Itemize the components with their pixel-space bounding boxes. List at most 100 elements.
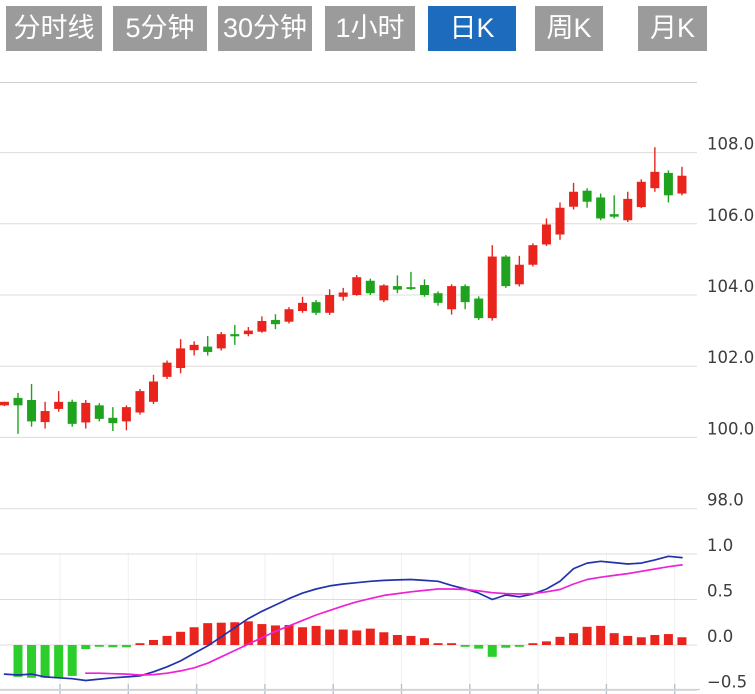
- macd-histogram-bar: [596, 626, 605, 645]
- macd-histogram-bar: [108, 645, 117, 647]
- tab-5min[interactable]: 5分钟: [113, 6, 207, 51]
- candle-body: [325, 295, 334, 313]
- candle-body: [108, 418, 117, 423]
- tab-1hour[interactable]: 1小时: [325, 6, 415, 51]
- price-axis-label: 104.0: [707, 277, 754, 296]
- macd-histogram-bar: [637, 637, 646, 645]
- macd-dea-line: [86, 565, 682, 675]
- macd-histogram-bar: [352, 630, 361, 645]
- candle-body: [650, 172, 659, 188]
- candle-body: [27, 400, 36, 421]
- macd-histogram-bar: [176, 632, 185, 645]
- macd-histogram-bar: [434, 643, 443, 645]
- candle-body: [488, 257, 497, 319]
- macd-histogram-bar: [393, 635, 402, 645]
- candle-body: [298, 303, 307, 311]
- candle-body: [474, 299, 483, 319]
- candle-body: [677, 176, 686, 194]
- macd-histogram-bar: [583, 627, 592, 645]
- macd-histogram-bar: [14, 645, 23, 677]
- macd-histogram-bar: [650, 635, 659, 645]
- macd-axis-label: −0.5: [707, 673, 747, 692]
- macd-histogram-bar: [569, 633, 578, 645]
- candle-body: [623, 199, 632, 220]
- macd-histogram-bar: [501, 645, 510, 648]
- candle-body: [434, 293, 443, 303]
- tab-monthly-k[interactable]: 月K: [638, 6, 707, 51]
- candle-body: [230, 334, 239, 336]
- macd-histogram-bar: [244, 621, 253, 645]
- candle-body: [461, 286, 470, 302]
- macd-histogram-bar: [474, 645, 483, 649]
- candle-body: [339, 293, 348, 297]
- candle-body: [312, 302, 321, 313]
- tab-daily-k[interactable]: 日K: [428, 6, 516, 51]
- macd-histogram-bar: [95, 645, 104, 647]
- macd-histogram-bar: [81, 645, 90, 649]
- candle-body: [244, 331, 253, 335]
- candle-body: [257, 321, 266, 332]
- price-axis-label: 102.0: [707, 348, 754, 367]
- candle-body: [271, 320, 280, 324]
- macd-histogram-bar: [312, 626, 321, 645]
- candle-body: [149, 382, 158, 402]
- candle-body: [95, 405, 104, 419]
- candle-body: [285, 309, 294, 321]
- macd-histogram-bar: [122, 645, 131, 647]
- macd-histogram-bar: [27, 645, 36, 678]
- macd-histogram-bar: [163, 636, 172, 645]
- macd-histogram-bar: [447, 643, 456, 645]
- macd-axis-label: 1.0: [707, 536, 733, 555]
- price-axis-label: 100.0: [707, 419, 754, 438]
- candle-body: [569, 192, 578, 207]
- candle-body: [393, 286, 402, 290]
- tab-30min[interactable]: 30分钟: [218, 6, 312, 51]
- kline-chart[interactable]: 108.0106.0104.0102.0100.098.01.00.50.0−0…: [0, 0, 755, 694]
- candle-body: [68, 402, 77, 424]
- candle-body: [203, 347, 212, 352]
- macd-histogram-bar: [366, 629, 375, 645]
- candle-body: [190, 345, 199, 350]
- candle-body: [664, 173, 673, 195]
- macd-histogram-bar: [190, 627, 199, 645]
- candle-body: [610, 214, 619, 216]
- candle-body: [528, 245, 537, 265]
- candle-body: [14, 398, 23, 405]
- candle-body: [583, 191, 592, 202]
- macd-histogram-bar: [257, 624, 266, 645]
- candle-body: [176, 348, 185, 368]
- macd-axis-label: 0.5: [707, 582, 733, 601]
- candle-body: [135, 391, 144, 412]
- macd-histogram-bar: [298, 627, 307, 645]
- candle-body: [406, 287, 415, 289]
- macd-histogram-bar: [41, 645, 50, 678]
- macd-histogram-bar: [339, 630, 348, 645]
- macd-histogram-bar: [68, 645, 77, 676]
- candle-body: [379, 285, 388, 300]
- price-axis-label: 108.0: [707, 135, 754, 154]
- candle-body: [447, 286, 456, 309]
- tab-weekly-k[interactable]: 周K: [535, 6, 603, 51]
- macd-histogram-bar: [203, 623, 212, 645]
- candle-body: [0, 402, 9, 406]
- candle-body: [596, 197, 605, 218]
- candle-body: [163, 363, 172, 377]
- interval-tabbar: 分时线 5分钟 30分钟 1小时 日K 周K 月K: [0, 0, 755, 58]
- candle-body: [366, 281, 375, 293]
- candle-body: [420, 285, 429, 295]
- candle-body: [122, 407, 131, 421]
- candle-body: [542, 225, 551, 245]
- macd-histogram-bar: [677, 637, 686, 645]
- candle-body: [81, 403, 90, 423]
- macd-histogram-bar: [54, 645, 63, 677]
- macd-histogram-bar: [325, 630, 334, 645]
- macd-histogram-bar: [556, 637, 565, 645]
- macd-histogram-bar: [420, 638, 429, 645]
- price-axis-label: 98.0: [707, 491, 744, 510]
- macd-histogram-bar: [271, 625, 280, 645]
- tab-time-line[interactable]: 分时线: [6, 6, 102, 51]
- macd-dif-line: [5, 556, 683, 680]
- candle-body: [352, 277, 361, 295]
- candle-body: [556, 208, 565, 235]
- macd-histogram-bar: [664, 634, 673, 645]
